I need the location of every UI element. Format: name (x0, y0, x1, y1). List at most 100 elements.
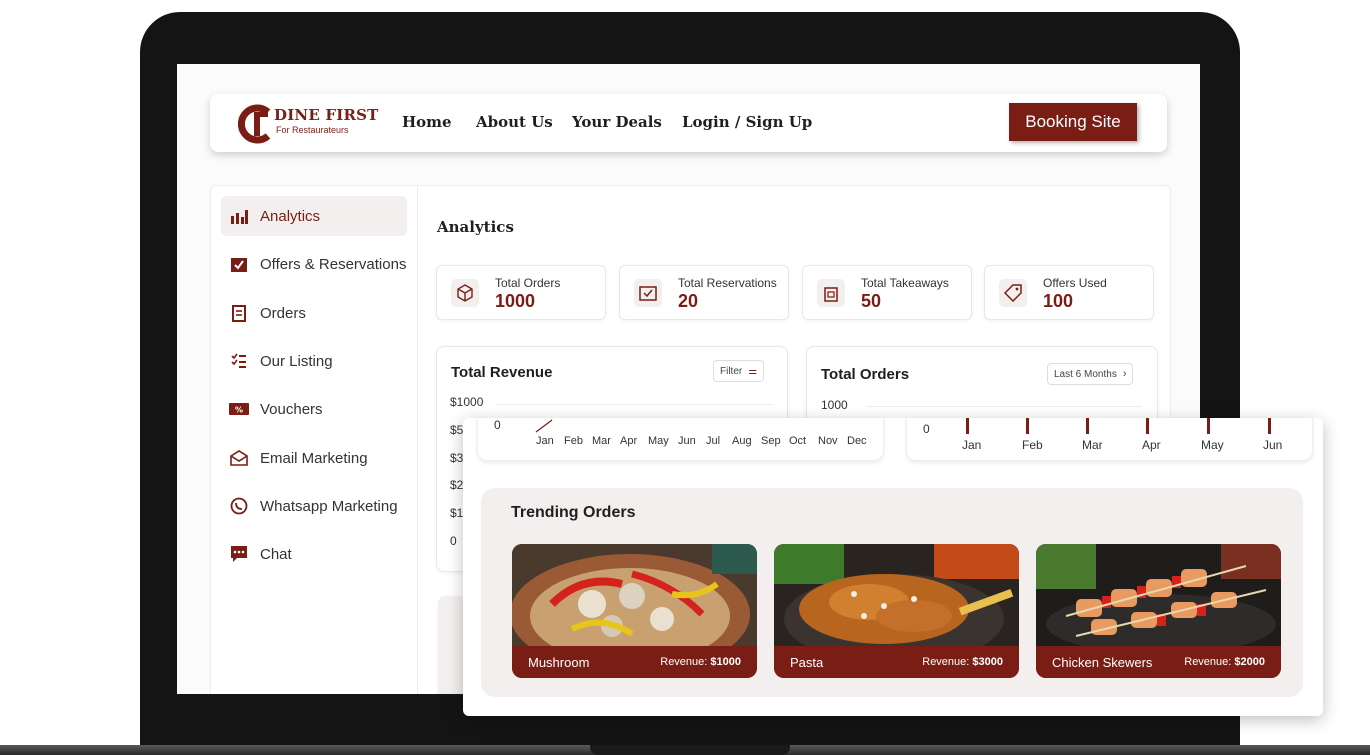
chevron-right-icon: › (1122, 368, 1127, 380)
email-icon (228, 447, 250, 469)
filter-button[interactable]: Filter ⚌ (713, 360, 765, 382)
stat-value: 100 (1043, 291, 1074, 311)
trending-card-pasta[interactable]: Pasta Revenue: $3000 (774, 544, 1019, 678)
y-axis-label: $1000 (450, 395, 484, 409)
trending-title: Trending Orders (511, 504, 636, 521)
chat-icon (228, 543, 250, 565)
nav-about-us[interactable]: About Us (476, 113, 553, 131)
month-label: Jul (706, 435, 721, 447)
page-title: Analytics (437, 218, 514, 236)
sidebar-item-label: Orders (260, 304, 306, 322)
stat-value: 1000 (495, 291, 536, 311)
month-label: Jan (536, 435, 554, 447)
sidebar-item-label: Email Marketing (260, 449, 368, 467)
laptop-notch (590, 745, 790, 755)
bar-chart-icon (228, 205, 250, 227)
order-bar (1026, 418, 1029, 434)
nav-your-deals[interactable]: Your Deals (572, 113, 662, 131)
dish-revenue: Revenue: $2000 (1184, 656, 1265, 668)
stat-total-orders: Total Orders 1000 (436, 265, 606, 320)
trending-orders-panel: Trending Orders Mushroom Revenue: $1000 (481, 488, 1303, 697)
chicken-skewers-dish-image (1036, 544, 1281, 646)
card-footer: Chicken Skewers Revenue: $2000 (1036, 646, 1281, 678)
dish-revenue: Revenue: $3000 (922, 656, 1003, 668)
sidebar-item-label: Our Listing (260, 352, 333, 370)
dish-revenue: Revenue: $1000 (660, 656, 741, 668)
clipboard-icon (228, 302, 250, 324)
month-label: Apr (620, 435, 638, 447)
month-label: Dec (847, 435, 867, 447)
calendar-icon (634, 279, 662, 307)
sidebar-item-whatsapp-marketing[interactable]: Whatsapp Marketing (221, 486, 407, 526)
filter-label: Filter (720, 365, 743, 377)
trending-card-mushroom[interactable]: Mushroom Revenue: $1000 (512, 544, 757, 678)
stat-label: Total Orders (495, 276, 561, 290)
stat-total-reservations: Total Reservations 20 (619, 265, 789, 320)
order-bar (1268, 418, 1271, 434)
sidebar-item-label: Offers & Reservations (260, 255, 407, 273)
sidebar-item-orders[interactable]: Orders (221, 293, 407, 333)
card-footer: Mushroom Revenue: $1000 (512, 646, 757, 678)
last-6-months-button[interactable]: Last 6 Months › (1047, 363, 1134, 385)
sidebar-item-analytics[interactable]: Analytics (221, 196, 407, 236)
whatsapp-icon (228, 495, 250, 517)
dish-name: Pasta (790, 655, 824, 670)
month-label: Jun (1263, 438, 1283, 452)
y-axis-label: 0 (450, 534, 457, 548)
nav-home[interactable]: Home (402, 113, 452, 131)
dine-first-logo-icon (238, 104, 271, 144)
svg-text:%: % (235, 406, 243, 415)
stat-label: Total Takeaways (861, 276, 949, 290)
stat-offers-used: Offers Used 100 (984, 265, 1154, 320)
month-label: Feb (564, 435, 583, 447)
dish-name: Chicken Skewers (1052, 655, 1153, 670)
box-icon (451, 279, 479, 307)
month-label: May (1201, 438, 1224, 452)
panel-title: Total Orders (821, 366, 910, 383)
sidebar: Analytics Offers & Reservations Orders O… (210, 185, 418, 694)
grid-line (497, 404, 772, 405)
sidebar-item-vouchers[interactable]: % Vouchers (221, 389, 407, 429)
checklist-icon (228, 350, 250, 372)
panel-title: Total Revenue (451, 364, 553, 381)
month-label: Mar (1082, 438, 1103, 452)
dish-name: Mushroom (528, 655, 590, 670)
stat-value: 50 (861, 291, 882, 311)
stat-total-takeaways: Total Takeaways 50 (802, 265, 972, 320)
month-label: Feb (1022, 438, 1043, 452)
month-label: Jun (678, 435, 696, 447)
sidebar-item-offers-reservations[interactable]: Offers & Reservations (221, 244, 407, 284)
month-label: Nov (818, 435, 838, 447)
booking-site-button[interactable]: Booking Site (1009, 103, 1137, 141)
order-bar (1086, 418, 1089, 434)
revenue-line (535, 419, 553, 433)
tag-icon (999, 279, 1027, 307)
month-label: May (648, 435, 669, 447)
sidebar-item-label: Analytics (260, 207, 321, 225)
range-label: Last 6 Months (1054, 368, 1117, 380)
brand-name: DINE FIRST (274, 106, 379, 124)
sidebar-item-label: Whatsapp Marketing (260, 497, 398, 515)
month-label: Mar (592, 435, 611, 447)
card-footer: Pasta Revenue: $3000 (774, 646, 1019, 678)
sidebar-item-label: Chat (260, 545, 292, 563)
voucher-icon: % (228, 398, 250, 420)
nav-login-signup[interactable]: Login / Sign Up (682, 113, 812, 131)
month-label: Oct (789, 435, 807, 447)
y-axis-label: 1000 (821, 398, 848, 412)
month-label: Aug (732, 435, 752, 447)
sidebar-item-email-marketing[interactable]: Email Marketing (221, 438, 407, 478)
top-nav: DINE FIRST For Restaurateurs Home About … (210, 94, 1167, 152)
orders-axis-strip: 0 Jan Feb Mar Apr May Jun (906, 418, 1313, 461)
sidebar-item-label: Vouchers (260, 400, 323, 418)
stat-label: Total Reservations (678, 276, 777, 290)
brand-tagline: For Restaurateurs (276, 125, 349, 135)
order-bar (1146, 418, 1149, 434)
pasta-dish-image (774, 544, 1019, 646)
trending-card-chicken-skewers[interactable]: Chicken Skewers Revenue: $2000 (1036, 544, 1281, 678)
grid-line (867, 406, 1142, 407)
axis-zero-label: 0 (923, 422, 930, 436)
order-bar (966, 418, 969, 434)
sidebar-item-our-listing[interactable]: Our Listing (221, 341, 407, 381)
sidebar-item-chat[interactable]: Chat (221, 534, 407, 574)
